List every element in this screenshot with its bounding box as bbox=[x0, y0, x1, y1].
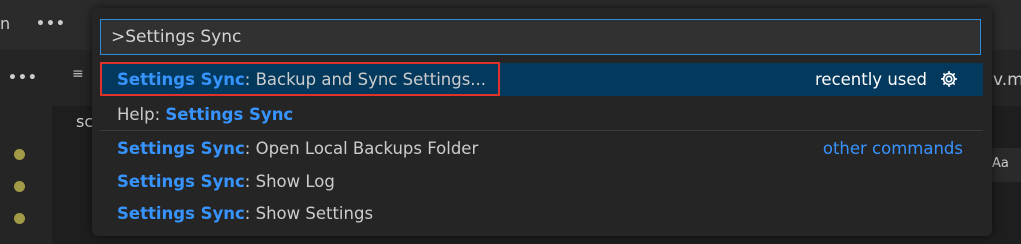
command-label: Settings Sync: Show Log bbox=[117, 165, 335, 198]
command-label: Settings Sync: Open Local Backups Folder bbox=[117, 132, 478, 165]
command-label-rest: : Open Local Backups Folder bbox=[244, 139, 479, 158]
modified-dot-icon bbox=[14, 213, 25, 224]
command-label: Help: Settings Sync bbox=[117, 98, 293, 131]
configure-keybinding-gear-icon[interactable] bbox=[939, 69, 959, 89]
match-highlight: Settings Sync bbox=[117, 70, 245, 89]
menu-fragment[interactable]: n bbox=[0, 14, 10, 33]
command-item-help-settings-sync[interactable]: Help: Settings Sync bbox=[100, 98, 983, 131]
command-prefix: Help: bbox=[117, 105, 166, 124]
command-label-rest: : Show Log bbox=[244, 172, 335, 191]
command-label: Settings Sync: Show Settings bbox=[117, 197, 373, 230]
match-highlight: Settings Sync bbox=[117, 204, 245, 223]
modified-dot-icon bbox=[14, 149, 25, 160]
command-label-rest: : Show Settings bbox=[244, 204, 374, 223]
match-highlight: Settings Sync bbox=[117, 172, 245, 191]
command-item-backup-and-sync[interactable]: Settings Sync: Backup and Sync Settings.… bbox=[100, 63, 983, 96]
recently-used-label: recently used bbox=[815, 70, 927, 89]
command-item-show-log[interactable]: Settings Sync: Show Log bbox=[100, 165, 983, 198]
breadcrumb-fragment: sc bbox=[76, 112, 94, 131]
match-highlight: Settings Sync bbox=[165, 105, 294, 124]
other-commands-label: other commands bbox=[822, 139, 963, 158]
command-item-open-local-backups[interactable]: Settings Sync: Open Local Backups Folder… bbox=[100, 132, 983, 165]
match-case-icon[interactable]: Aa bbox=[992, 156, 1009, 171]
editor-tab-fragment[interactable]: v.m bbox=[993, 70, 1021, 90]
match-highlight: Settings Sync bbox=[117, 139, 245, 158]
command-label: Settings Sync: Backup and Sync Settings.… bbox=[117, 63, 486, 96]
panel-more-actions-icon[interactable]: ••• bbox=[8, 70, 38, 86]
command-label-rest: : Backup and Sync Settings... bbox=[244, 70, 487, 89]
more-actions-icon[interactable]: ••• bbox=[36, 16, 66, 32]
command-item-show-settings[interactable]: Settings Sync: Show Settings bbox=[100, 197, 983, 230]
list-icon[interactable]: ≡ bbox=[72, 66, 84, 82]
section-separator bbox=[100, 130, 983, 131]
command-palette-input[interactable] bbox=[100, 19, 981, 55]
modified-dot-icon bbox=[14, 181, 25, 192]
